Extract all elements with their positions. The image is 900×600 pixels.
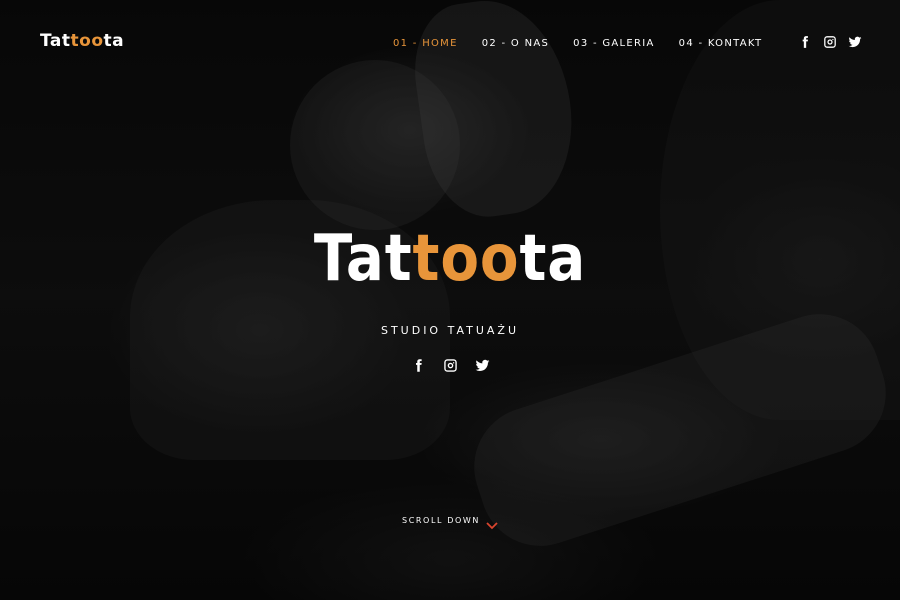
nav-item-o-nas[interactable]: 02 - O NAS [482,38,549,49]
hero-title-part2: ta [519,222,587,296]
scroll-down-label: SCROLL DOWN [402,516,480,525]
hero-overlay [0,0,900,600]
facebook-icon[interactable] [411,358,426,373]
site-logo[interactable]: Tattoota [40,31,124,51]
chevron-down-icon [486,517,498,529]
nav-item-home[interactable]: 01 - HOME [393,38,458,49]
scroll-down-link[interactable]: SCROLL DOWN [0,516,900,529]
header-social-links [798,35,862,49]
nav-item-kontakt[interactable]: 04 - KONTAKT [679,38,763,49]
logo-text-accent: too [70,31,104,51]
site-header: Tattoota 01 - HOME 02 - O NAS 03 - GALER… [0,0,900,86]
nav-item-galeria[interactable]: 03 - GALERIA [573,38,655,49]
hero-title-accent: too [412,222,520,296]
hero-subtitle: STUDIO TATUAŻU [380,324,520,337]
twitter-icon[interactable] [848,35,862,49]
twitter-icon[interactable] [475,358,490,373]
logo-text-part2: ta [103,31,125,51]
hero-social-links [0,358,900,373]
logo-text-part1: Tat [40,31,71,51]
instagram-icon[interactable] [443,358,458,373]
facebook-icon[interactable] [798,35,812,49]
hero-title: Tattoota [54,222,846,296]
instagram-icon[interactable] [823,35,837,49]
hero-title-part1: Tat [313,222,413,296]
main-nav: 01 - HOME 02 - O NAS 03 - GALERIA 04 - K… [393,38,762,49]
